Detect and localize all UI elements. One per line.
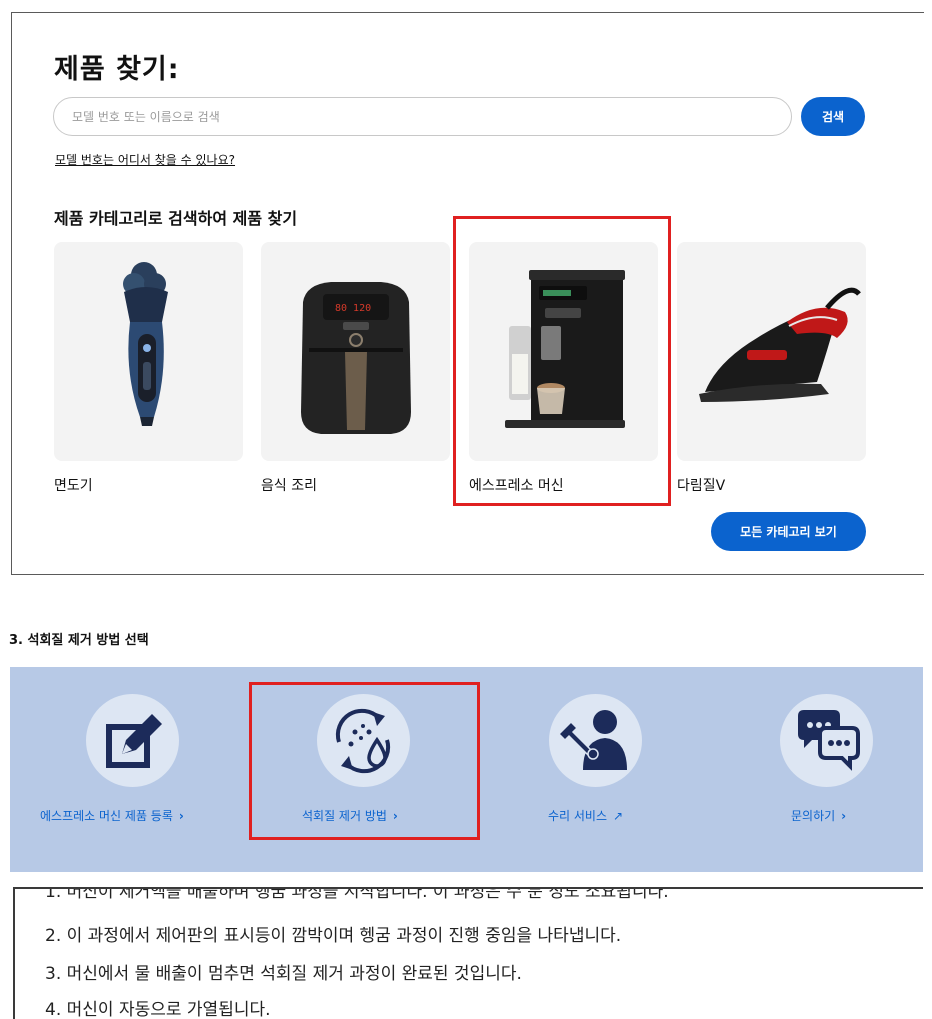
external-link-icon: ↗ xyxy=(613,809,624,823)
category-label-ironing[interactable]: 다림질V xyxy=(677,475,725,495)
svg-text:80 120: 80 120 xyxy=(335,303,371,314)
category-heading: 제품 카테고리로 검색하여 제품 찾기 xyxy=(54,209,298,228)
instruction-step-3: 3. 머신에서 물 배출이 멈추면 석회질 제거 과정이 완료된 것입니다. xyxy=(45,964,522,984)
instruction-step-1-partial: 1. 머신이 제거액을 배출하며 헹굼 과정을 시작합니다. 이 과정은 수 분… xyxy=(45,887,669,902)
contact-us-label: 문의하기 xyxy=(791,809,836,823)
page-title: 제품 찾기: xyxy=(54,54,180,85)
search-input[interactable] xyxy=(72,98,772,135)
air-fryer-image: 80 120 xyxy=(301,282,411,434)
repair-person-icon xyxy=(557,710,627,770)
support-options-panel: 에스프레소 머신 제품 등록 › 석회질 제거 방법 › 수리 서비스 ↗ 문의… xyxy=(10,667,923,872)
category-card-shaver[interactable] xyxy=(54,242,243,461)
category-card-ironing[interactable] xyxy=(677,242,866,461)
category-card-food-preparation[interactable]: 80 120 xyxy=(261,242,450,461)
step-heading: 3. 석회질 제거 방법 선택 xyxy=(9,633,149,648)
chat-bubbles-icon xyxy=(798,710,860,771)
instructions-excerpt: 1. 머신이 제거액을 배출하며 헹굼 과정을 시작합니다. 이 과정은 수 분… xyxy=(13,887,923,1019)
descaling-highlight-box xyxy=(249,682,480,840)
shaver-image xyxy=(123,262,168,426)
search-field[interactable] xyxy=(53,97,792,136)
steam-iron-image xyxy=(699,287,861,402)
register-option-circle[interactable] xyxy=(86,694,179,787)
instruction-step-4: 4. 머신이 자동으로 가열됩니다. xyxy=(45,1000,271,1019)
instruction-step-2: 2. 이 과정에서 제어판의 표시등이 깜박이며 헹굼 과정이 진행 중임을 나… xyxy=(45,926,622,946)
repair-service-label: 수리 서비스 xyxy=(548,809,608,823)
contact-option-circle[interactable] xyxy=(780,694,873,787)
model-number-help-link[interactable]: 모델 번호는 어디서 찾을 수 있나요? xyxy=(55,151,235,168)
category-label-food-preparation[interactable]: 음식 조리 xyxy=(261,475,317,495)
contact-us-link[interactable]: 문의하기 › xyxy=(791,807,846,824)
chevron-right-icon: › xyxy=(178,809,184,823)
view-all-categories-button[interactable]: 모든 카테고리 보기 xyxy=(711,512,866,551)
register-edit-icon xyxy=(106,714,162,768)
repair-option-circle[interactable] xyxy=(549,694,642,787)
espresso-highlight-box xyxy=(453,216,671,506)
register-option-link[interactable]: 에스프레소 머신 제품 등록 › xyxy=(40,807,184,824)
register-option-label: 에스프레소 머신 제품 등록 xyxy=(40,809,173,823)
category-label-shaver[interactable]: 면도기 xyxy=(54,475,93,495)
product-finder-panel: 제품 찾기: 검색 모델 번호는 어디서 찾을 수 있나요? 제품 카테고리로 … xyxy=(11,12,924,575)
repair-service-link[interactable]: 수리 서비스 ↗ xyxy=(548,807,623,824)
chevron-right-icon: › xyxy=(841,809,847,823)
search-button[interactable]: 검색 xyxy=(801,97,865,136)
